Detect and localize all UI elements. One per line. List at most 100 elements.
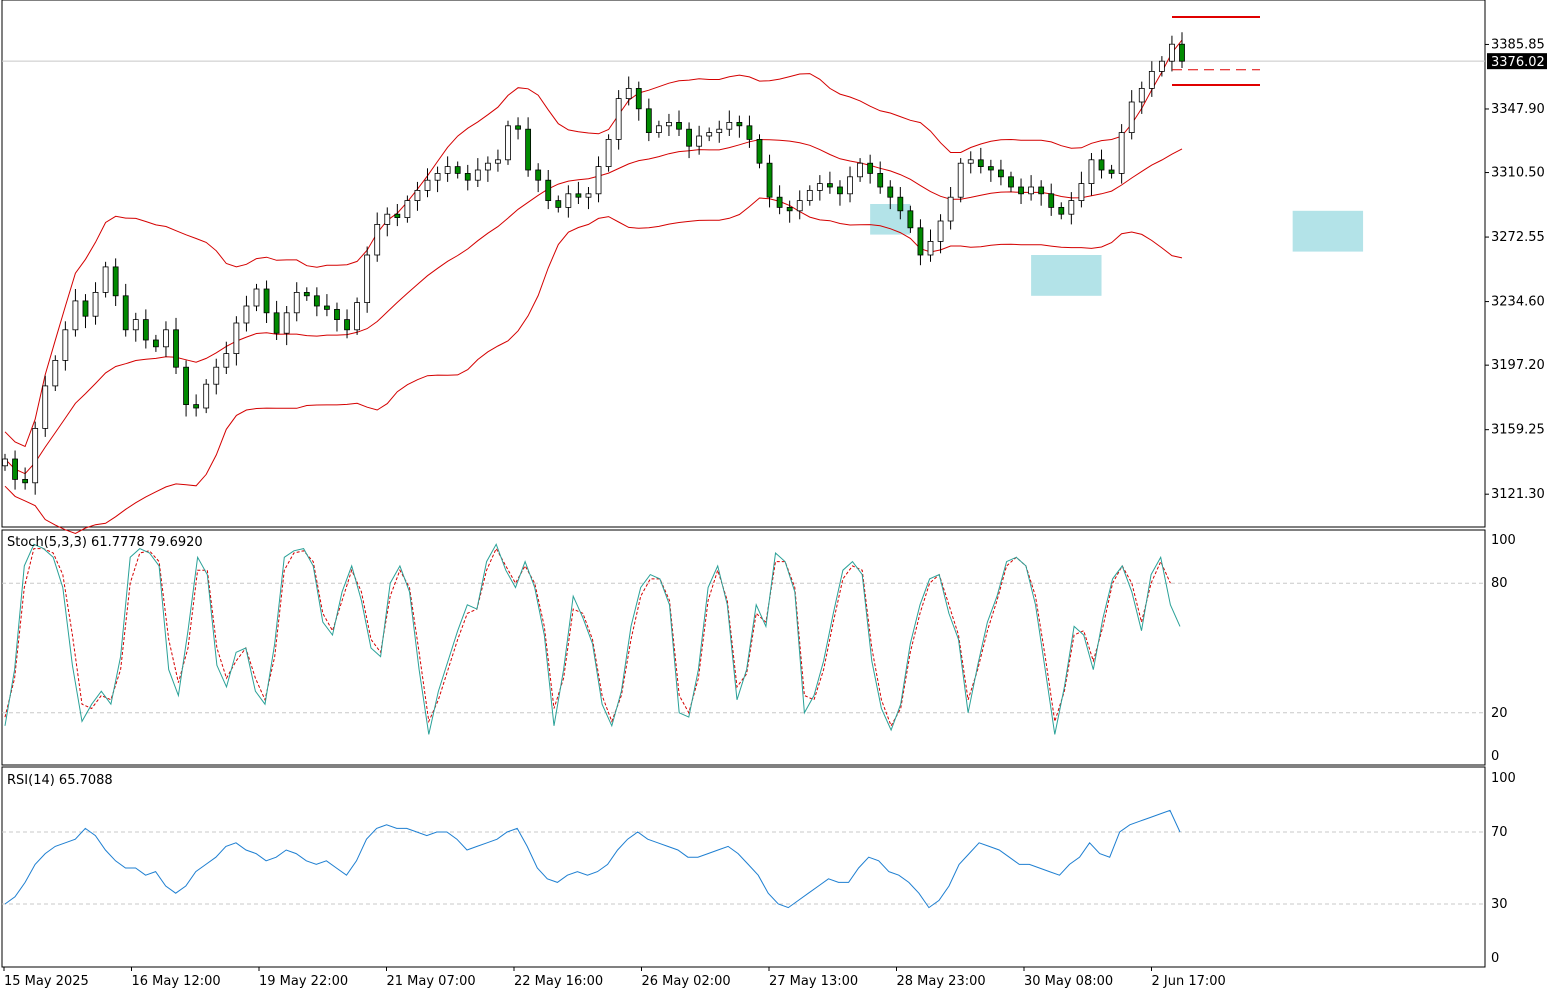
candle-bullish xyxy=(1158,60,1165,72)
candle-bullish xyxy=(283,312,290,334)
candle-bullish xyxy=(857,162,863,178)
time-axis-label: 21 May 07:00 xyxy=(387,974,476,989)
candle-bearish xyxy=(334,308,340,320)
candle-bullish xyxy=(1138,88,1145,103)
candle-bullish xyxy=(223,353,230,368)
candle-bearish xyxy=(917,227,924,256)
candle-bullish xyxy=(847,176,853,195)
candle-bullish xyxy=(666,122,672,127)
price-axis-label: 3234.60 xyxy=(1491,295,1545,310)
candle-bearish xyxy=(987,166,994,171)
candle-bullish xyxy=(364,254,371,303)
candle-bullish xyxy=(1148,71,1155,89)
time-axis-label: 22 May 16:00 xyxy=(514,974,603,989)
candle-bearish xyxy=(82,300,89,317)
stoch-axis-label: 0 xyxy=(1491,749,1499,764)
candle-bearish xyxy=(635,88,642,110)
candle-bullish xyxy=(474,169,481,181)
candle-bullish xyxy=(585,193,592,198)
candle-bullish xyxy=(625,88,632,100)
candle-bullish xyxy=(384,213,391,225)
stochastic-label: Stoch(5,3,3) 61.7778 79.6920 xyxy=(7,535,203,550)
rsi-axis-label: 70 xyxy=(1491,825,1508,840)
candle-bearish xyxy=(122,295,129,331)
candle-bearish xyxy=(525,128,532,171)
candle-bullish xyxy=(1118,132,1125,174)
candle-bearish xyxy=(112,266,119,297)
stoch-axis-label: 100 xyxy=(1491,533,1516,548)
rsi-axis-label: 100 xyxy=(1491,771,1516,786)
candle-bullish xyxy=(62,329,69,361)
candle-bullish xyxy=(233,322,240,355)
candle-bearish xyxy=(173,329,179,368)
candle-bullish xyxy=(706,132,713,137)
candle-bullish xyxy=(163,329,169,348)
candle-bearish xyxy=(786,206,793,212)
stoch-signal-line xyxy=(4,547,1171,727)
candle-bearish xyxy=(827,183,833,188)
stoch-panel-frame xyxy=(1,529,1486,766)
candle-bullish xyxy=(947,196,954,222)
time-axis-label: 28 May 23:00 xyxy=(897,974,986,989)
candle-bearish xyxy=(12,458,18,480)
candle-bearish xyxy=(887,186,894,198)
candle-bearish xyxy=(273,312,280,334)
candle-bullish xyxy=(444,166,451,174)
candle-bearish xyxy=(344,319,350,331)
candle-bearish xyxy=(313,295,320,307)
candle-bullish xyxy=(42,385,49,429)
candle-bearish xyxy=(1008,176,1014,188)
candle-bearish xyxy=(193,404,200,409)
candle-bullish xyxy=(816,183,823,191)
candle-bearish xyxy=(907,210,914,229)
candle-bullish xyxy=(726,122,733,130)
candle-bullish xyxy=(414,189,421,201)
candle-bearish xyxy=(183,366,189,406)
candle-bullish xyxy=(2,458,8,467)
candle-bullish xyxy=(52,359,59,387)
candle-bearish xyxy=(263,288,270,314)
candle-bullish xyxy=(1169,43,1175,62)
candle-bearish xyxy=(1018,186,1024,195)
candle-bullish xyxy=(806,189,813,201)
rsi-line xyxy=(4,809,1181,909)
candle-bullish xyxy=(132,319,139,331)
candle-bearish xyxy=(303,291,310,297)
candle-bearish xyxy=(736,122,743,127)
candle-bearish xyxy=(867,162,874,174)
candle-bearish xyxy=(1038,186,1045,195)
candle-bearish xyxy=(535,169,542,181)
candle-bearish xyxy=(645,108,652,134)
candle-bullish xyxy=(1088,159,1095,185)
time-axis-label: 16 May 12:00 xyxy=(132,974,221,989)
time-axis-label: 2 Jun 17:00 xyxy=(1152,974,1226,989)
candle-bullish xyxy=(957,162,964,198)
candle-bullish xyxy=(967,159,974,164)
time-axis: 15 May 2025 16 May 12:00 19 May 22:00 21 Ma… xyxy=(3,967,1226,989)
candle-bullish xyxy=(505,125,511,161)
price-axis-label: 3310.50 xyxy=(1491,166,1545,181)
candle-bearish xyxy=(152,339,159,348)
candle-bearish xyxy=(766,162,773,198)
price-axis-label: 3347.90 xyxy=(1491,102,1545,117)
candle-bearish xyxy=(837,186,843,195)
candle-bullish xyxy=(203,383,210,409)
candle-bullish xyxy=(655,125,662,134)
price-axis-label: 3385.85 xyxy=(1491,37,1545,52)
candle-bearish xyxy=(545,179,552,201)
candle-bullish xyxy=(243,305,250,324)
candle-bearish xyxy=(897,196,904,212)
highlight-zone xyxy=(1292,210,1364,252)
price-panel: 3385.85 3347.90 3310.50 3272.55 3234.60 3197.… xyxy=(2,16,1547,535)
candle-bearish xyxy=(1179,43,1185,62)
candle-bullish xyxy=(424,179,431,191)
candle-bearish xyxy=(998,169,1004,178)
candle-bullish xyxy=(1128,101,1135,134)
rsi-panel-frame xyxy=(1,766,1486,968)
candle-bearish xyxy=(1058,206,1065,215)
candle-bullish xyxy=(1078,183,1085,202)
candle-bearish xyxy=(1048,193,1055,208)
rsi-panel: 100 70 30 0 xyxy=(2,771,1516,966)
candle-bullish xyxy=(937,220,944,242)
rsi-axis-label: 30 xyxy=(1491,897,1508,912)
